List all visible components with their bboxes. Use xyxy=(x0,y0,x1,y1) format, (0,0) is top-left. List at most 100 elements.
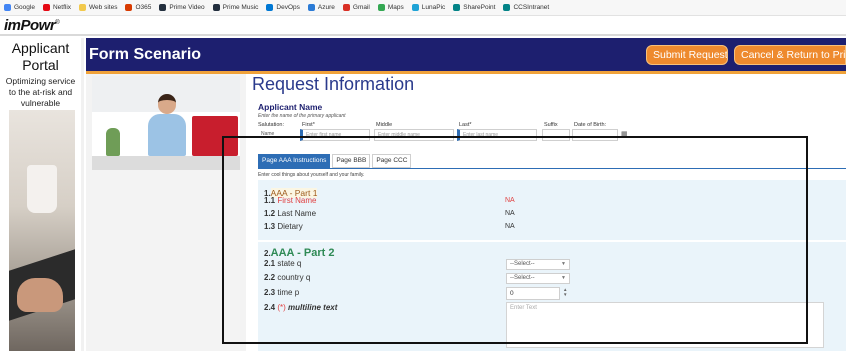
cancel-return-button[interactable]: Cancel & Return to Prio xyxy=(734,45,846,65)
row-number: 2.1 xyxy=(264,259,276,268)
multiline-textarea[interactable]: Enter Text xyxy=(506,302,824,348)
office-icon xyxy=(125,4,133,11)
bookmark-netflix[interactable]: Netflix xyxy=(42,4,72,11)
row-multiline: 2.4 (*) multiline text xyxy=(264,303,337,312)
main-area: Request Information Applicant Name Enter… xyxy=(86,74,846,351)
google-icon xyxy=(4,4,11,11)
maps-icon xyxy=(377,4,385,11)
state-select-value: --Select-- xyxy=(510,261,535,267)
salutation-select[interactable]: Name xyxy=(258,129,298,141)
middle-name-input[interactable]: Enter middle name xyxy=(374,129,454,141)
row-last-name: 1.2 Last Name xyxy=(264,209,316,218)
tab-page-aaa[interactable]: Page AAA Instructions xyxy=(258,154,331,168)
photo-head xyxy=(158,94,176,114)
first-name-label: First* xyxy=(302,122,315,128)
bookmark-label: O365 xyxy=(135,4,152,11)
row-country: 2.2 country q xyxy=(264,273,310,282)
row-dietary: 1.3 Dietary xyxy=(264,222,303,231)
bookmark-devops[interactable]: DevOps xyxy=(266,4,300,11)
photo-plant xyxy=(106,128,120,156)
page-header: Form Scenario Submit Request Cancel & Re… xyxy=(86,38,846,74)
time-number-input[interactable]: 0 xyxy=(506,287,560,300)
bookmark-ccsintranet[interactable]: CCSIntranet xyxy=(503,4,549,11)
intro-text: Enter cool things about yourself and you… xyxy=(258,172,365,178)
amazon-icon xyxy=(159,4,167,11)
office-photo xyxy=(92,76,240,170)
row-number: 1.3 xyxy=(264,222,276,231)
folder-icon xyxy=(79,4,87,11)
row-number: 2.3 xyxy=(264,288,276,297)
photo-monitor xyxy=(192,116,238,156)
lunapic-icon xyxy=(411,4,419,11)
bookmark-label: Maps xyxy=(387,4,404,11)
state-select[interactable]: --Select-- ▼ xyxy=(506,259,570,270)
bookmark-web-sites[interactable]: Web sites xyxy=(79,4,117,11)
first-name-value: NA xyxy=(505,197,515,204)
dietary-value: NA xyxy=(505,223,515,230)
form-content: Request Information Applicant Name Enter… xyxy=(246,74,846,351)
bookmark-label: CCSIntranet xyxy=(513,4,550,11)
dob-input[interactable] xyxy=(572,129,618,141)
sidebar: Applicant Portal Optimizing service to t… xyxy=(0,38,84,351)
bookmark-label: DevOps xyxy=(276,4,300,11)
tab-page-ccc[interactable]: Page CCC xyxy=(372,154,412,168)
devops-icon xyxy=(266,4,274,11)
chevron-down-icon: ▼ xyxy=(561,275,566,281)
bookmark-azure[interactable]: Azure xyxy=(307,4,335,11)
bookmark-label: Gmail xyxy=(352,4,370,11)
spinner-arrows-icon[interactable]: ▲ ▼ xyxy=(563,287,567,297)
country-select-value: --Select-- xyxy=(510,275,535,281)
row-first-name: 1.1 First Name xyxy=(264,196,316,205)
last-name-input[interactable]: Enter last name xyxy=(457,129,537,141)
page-tabs: Page AAA Instructions Page BBB Page CCC xyxy=(258,154,413,168)
bookmark-prime-music[interactable]: Prime Music xyxy=(212,4,258,11)
salutation-label: Salutation: xyxy=(258,122,284,128)
mug-shape xyxy=(27,165,57,213)
sidebar-tagline: Optimizing service to the at-risk and vu… xyxy=(5,76,76,108)
country-select[interactable]: --Select-- ▼ xyxy=(506,273,570,284)
netflix-icon xyxy=(42,4,50,11)
dob-label: Date of Birth: xyxy=(574,122,607,128)
section-1-panel: 1.AAA - Part 1 1.1 First Name NA 1.2 Las… xyxy=(258,180,846,240)
suffix-input[interactable] xyxy=(542,129,570,141)
required-marker: (*) xyxy=(277,303,286,312)
submit-request-button[interactable]: Submit Request xyxy=(646,45,728,65)
bookmark-label: Prime Video xyxy=(169,4,205,11)
bookmark-o365[interactable]: O365 xyxy=(125,4,151,11)
bookmark-sharepoint[interactable]: SharePoint xyxy=(453,4,495,11)
row-label: Dietary xyxy=(277,222,303,231)
last-name-value: NA xyxy=(505,210,515,217)
bookmark-label: LunaPic xyxy=(421,4,446,11)
chevron-down-icon: ▼ xyxy=(561,261,566,267)
gmail-icon xyxy=(342,4,350,11)
page-title: Form Scenario xyxy=(89,46,202,63)
last-name-label: Last* xyxy=(459,122,472,128)
section-2-panel: 2.AAA - Part 2 2.1 state q --Select-- ▼ 2… xyxy=(258,242,846,351)
row-number: 1.2 xyxy=(264,209,276,218)
brand-bar: imPowr® xyxy=(0,16,846,36)
bookmark-label: Netflix xyxy=(52,4,72,11)
impowr-logo[interactable]: imPowr® xyxy=(4,17,60,34)
sidebar-title: Applicant Portal xyxy=(11,40,70,73)
photo-torso xyxy=(148,114,186,156)
amazon-icon xyxy=(212,4,220,11)
hand-shape xyxy=(17,278,63,312)
section-2-title: AAA - Part 2 xyxy=(270,247,335,259)
bookmark-google[interactable]: Google xyxy=(4,4,35,11)
row-label: time p xyxy=(277,288,300,297)
applicant-name-hint: Enter the name of the primary applicant xyxy=(258,113,346,119)
first-name-input[interactable]: Enter first name xyxy=(300,129,370,141)
bookmark-gmail[interactable]: Gmail xyxy=(342,4,370,11)
tab-page-bbb[interactable]: Page BBB xyxy=(332,154,371,168)
bookmark-maps[interactable]: Maps xyxy=(377,4,404,11)
row-state: 2.1 state q xyxy=(264,259,301,268)
bookmarks-bar: Google Netflix Web sites O365 Prime Video Pri… xyxy=(0,0,846,16)
sharepoint-icon xyxy=(503,4,511,11)
bookmark-lunapic[interactable]: LunaPic xyxy=(411,4,446,11)
bookmark-prime-video[interactable]: Prime Video xyxy=(159,4,205,11)
bookmark-label: SharePoint xyxy=(463,4,496,11)
calendar-icon[interactable]: ▦ xyxy=(621,130,628,138)
middle-name-label: Middle xyxy=(376,122,393,128)
sidebar-photo xyxy=(9,110,75,351)
photo-desk xyxy=(92,156,240,170)
